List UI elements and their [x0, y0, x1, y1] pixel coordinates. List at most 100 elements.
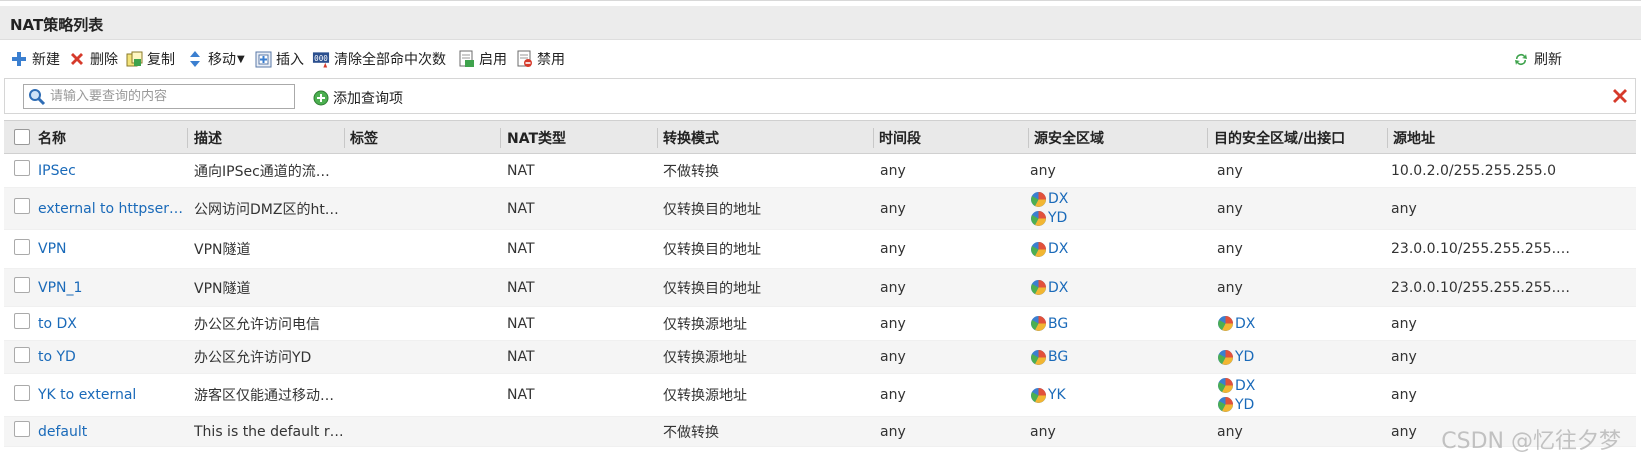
zone-link[interactable]: YK [1030, 386, 1066, 404]
cell-name[interactable]: external to httpserver [38, 188, 188, 229]
cell-name[interactable]: VPN [38, 230, 188, 268]
col-header-time[interactable]: 时间段 [873, 121, 921, 155]
cell-nat-type: NAT [507, 307, 657, 340]
cell-name[interactable]: to DX [38, 307, 188, 340]
table-row[interactable]: to DX 办公区允许访问电信 NAT 仅转换源地址 any BG DX any [4, 307, 1636, 341]
table-row[interactable]: to YD 办公区允许访问YD NAT 仅转换源地址 any BG YD any [4, 341, 1636, 374]
table-row[interactable]: YK to external 游客区仅能通过移动… NAT 仅转换源地址 any YK DX… [4, 374, 1636, 417]
zone-label: DX [1048, 241, 1069, 257]
zone-link[interactable]: YD [1217, 396, 1255, 414]
cell-nat-type: NAT [507, 269, 657, 306]
disable-label: 禁用 [537, 52, 565, 68]
cell-text: any [1217, 200, 1243, 217]
select-all-checkbox[interactable] [14, 129, 30, 145]
copy-button[interactable]: 复制 [125, 48, 175, 70]
zone-label: DX [1235, 377, 1256, 394]
col-header-src-zone[interactable]: 源安全区域 [1028, 121, 1104, 155]
zone-link[interactable]: DX [1217, 315, 1255, 333]
col-header-mode[interactable]: 转换模式 [657, 121, 719, 155]
cell-text: any [880, 423, 906, 440]
new-button[interactable]: 新建 [10, 48, 60, 70]
cell-desc: 办公区允许访问YD [194, 341, 344, 373]
row-checkbox[interactable] [14, 239, 30, 255]
cell-text: any [1030, 423, 1056, 440]
col-header-tag[interactable]: 标签 [344, 121, 378, 155]
zone-list: BG [1030, 315, 1068, 333]
row-checkbox[interactable] [14, 347, 30, 363]
table-row[interactable]: default This is the default rule 不做转换 any an… [4, 417, 1636, 447]
zone-list: DX YD [1217, 377, 1255, 414]
enable-button[interactable]: 启用 [457, 48, 507, 70]
search-box[interactable] [23, 84, 295, 109]
zone-list: BG [1030, 348, 1068, 366]
delete-button[interactable]: 删除 [68, 48, 118, 70]
zone-link[interactable]: YD [1030, 209, 1068, 227]
row-checkbox[interactable] [14, 160, 30, 176]
col-header-nat-type[interactable]: NAT类型 [501, 121, 566, 155]
zone-link[interactable]: YD [1217, 348, 1254, 366]
col-header-dst-zone[interactable]: 目的安全区域/出接口 [1208, 121, 1345, 155]
move-updown-icon [186, 50, 204, 68]
move-button[interactable]: 移动 ▼ [186, 48, 245, 70]
cell-desc: This is the default rule [194, 417, 344, 446]
add-query-button[interactable]: 添加查询项 [313, 88, 403, 108]
zone-link[interactable]: DX [1217, 377, 1255, 395]
col-header-name[interactable]: 名称 [32, 121, 66, 155]
row-checkbox[interactable] [14, 421, 30, 437]
table-row[interactable]: IPSec 通向IPSec通道的流… NAT 不做转换 any any any 10.0.2.… [4, 154, 1636, 188]
cell-name[interactable]: default [38, 417, 188, 446]
cell-dst-zone: DX YD [1217, 374, 1387, 416]
table-row[interactable]: VPN VPN隧道 NAT 仅转换目的地址 any DX any 23.0.0.10/255.… [4, 230, 1636, 269]
cell-text: 公网访问DMZ区的ht… [194, 201, 339, 218]
col-header-src-addr[interactable]: 源地址 [1387, 121, 1435, 155]
zone-pie-icon [1030, 387, 1047, 404]
cell-text: 通向IPSec通道的流… [194, 163, 330, 180]
refresh-button[interactable]: 刷新 [1512, 48, 1562, 70]
cell-text: NAT [507, 162, 535, 179]
cell-dst-zone: any [1217, 188, 1387, 229]
table-row[interactable]: external to httpserver 公网访问DMZ区的ht… NAT 仅转换… [4, 188, 1636, 230]
cell-desc: VPN隧道 [194, 269, 344, 306]
row-checkbox[interactable] [14, 385, 30, 401]
cell-name[interactable]: IPSec [38, 154, 188, 187]
cell-src-addr: any [1391, 374, 1631, 416]
zone-link[interactable]: BG [1030, 315, 1068, 333]
cell-name[interactable]: VPN_1 [38, 269, 188, 306]
col-header-desc[interactable]: 描述 [188, 121, 222, 155]
zone-link[interactable]: BG [1030, 348, 1068, 366]
cell-name[interactable]: to YD [38, 341, 188, 373]
zone-link[interactable]: DX [1030, 279, 1068, 297]
cell-time: any [880, 374, 1030, 416]
cell-dst-zone: any [1217, 154, 1387, 187]
zone-pie-icon [1217, 349, 1234, 366]
cell-text: 仅转换源地址 [663, 350, 747, 366]
insert-button[interactable]: 插入 [254, 48, 304, 70]
cell-time: any [880, 341, 1030, 373]
cell-text: any [1217, 241, 1243, 257]
zone-pie-icon [1030, 241, 1047, 258]
disable-button[interactable]: 禁用 [515, 48, 565, 70]
zone-label: BG [1048, 349, 1069, 365]
new-label: 新建 [32, 52, 60, 68]
cell-src-zone: DX [1030, 269, 1200, 306]
cell-text: 仅转换源地址 [663, 316, 747, 333]
cell-name[interactable]: YK to external [38, 374, 188, 416]
close-search-icon[interactable] [1611, 87, 1629, 105]
zone-list: DX [1030, 240, 1068, 258]
cell-mode: 仅转换目的地址 [663, 230, 873, 268]
cell-text: NAT [507, 349, 535, 365]
zone-list: DX [1217, 315, 1255, 333]
zone-link[interactable]: DX [1030, 190, 1068, 208]
zone-pie-icon [1030, 191, 1047, 208]
row-checkbox[interactable] [14, 313, 30, 329]
clear-hits-label: 清除全部命中次数 [334, 52, 446, 68]
cell-dst-zone: any [1217, 230, 1387, 268]
cell-nat-type [507, 417, 657, 446]
zone-link[interactable]: DX [1030, 240, 1068, 258]
search-input[interactable] [50, 89, 290, 104]
row-checkbox[interactable] [14, 277, 30, 293]
clear-hits-button[interactable]: 000 清除全部命中次数 [312, 48, 446, 70]
zone-label: YD [1048, 210, 1068, 226]
table-row[interactable]: VPN_1 VPN隧道 NAT 仅转换目的地址 any DX any 23.0.0.10/25… [4, 269, 1636, 307]
row-checkbox[interactable] [14, 198, 30, 214]
